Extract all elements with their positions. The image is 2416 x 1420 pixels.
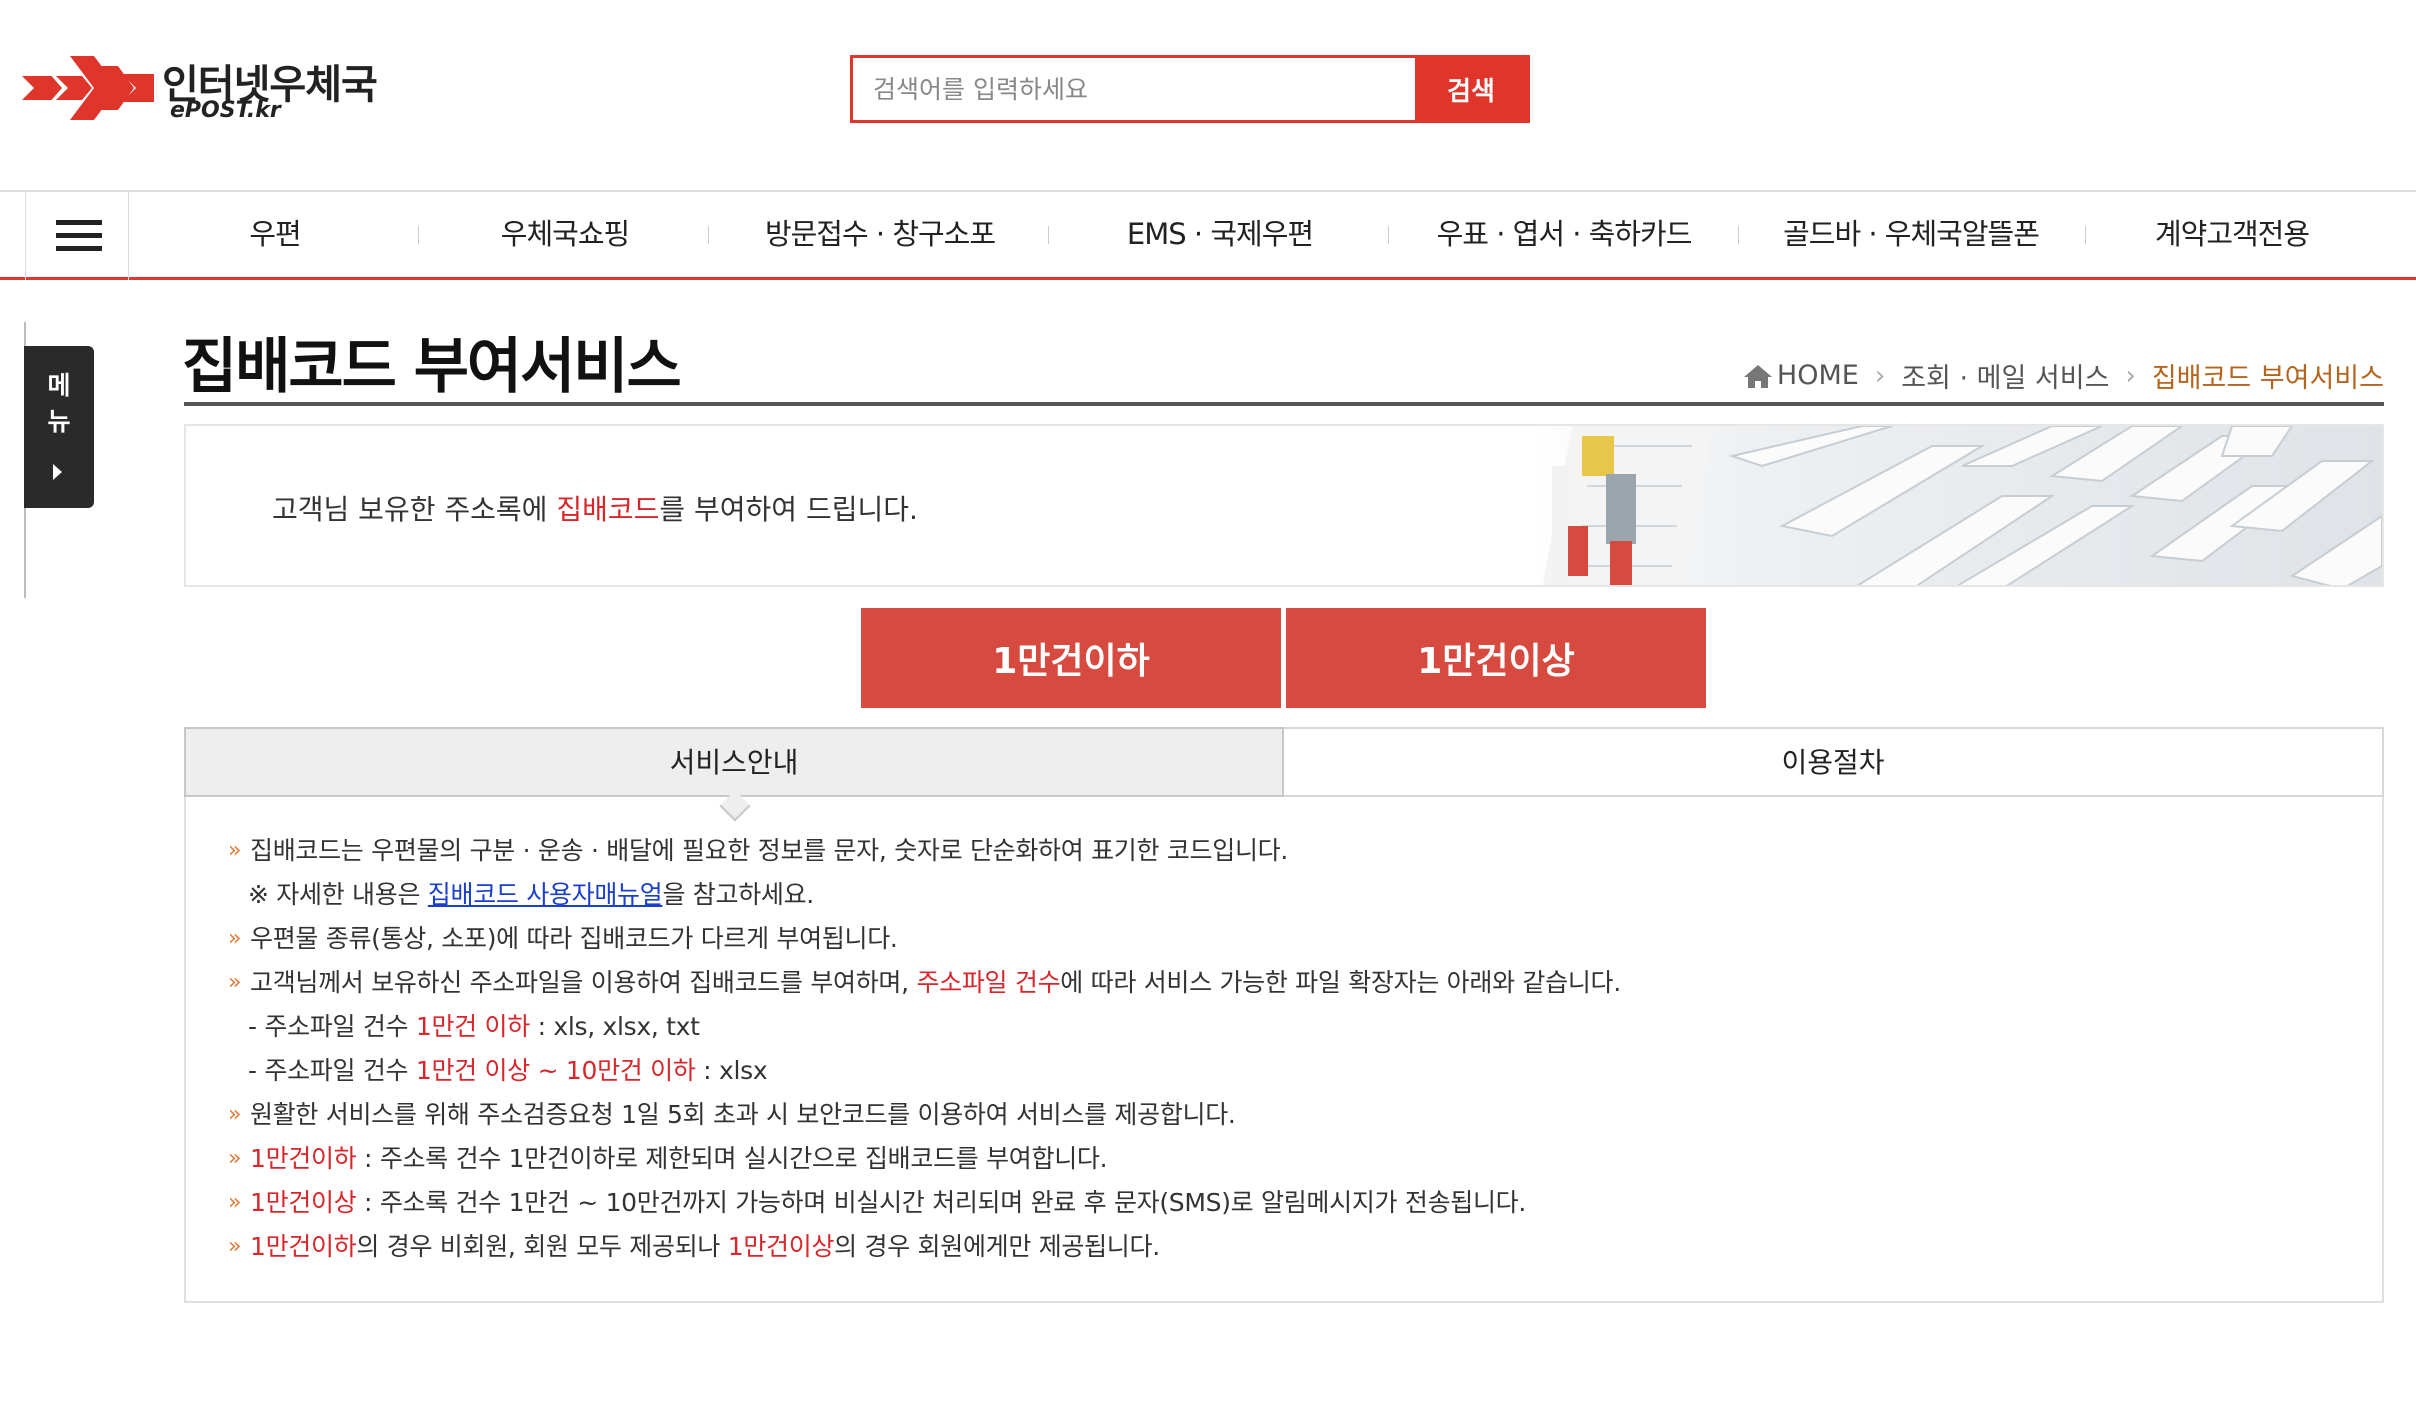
search-bar: 검색 <box>850 55 1530 123</box>
list-item: 고객님께서 보유하신 주소파일을 이용하여 집배코드를 부여하며, 주소파일 건… <box>228 961 1621 1005</box>
search-button[interactable]: 검색 <box>1415 58 1527 120</box>
list-item-text: 에 따라 서비스 가능한 파일 확장자는 아래와 같습니다. <box>1060 968 1621 997</box>
list-item-text: - 주소파일 건수 <box>248 1056 416 1085</box>
nav-item-stamps[interactable]: 우표 · 엽서 · 축하카드 <box>1437 192 1693 277</box>
list-item: 1만건이하의 경우 비회원, 회원 모두 제공되나 1만건이상의 경우 회원에게… <box>228 1225 1621 1269</box>
list-item: 1만건이하 : 주소록 건수 1만건이하로 제한되며 실시간으로 집배코드를 부… <box>228 1137 1621 1181</box>
list-item-text: : xls, xlsx, txt <box>529 1012 700 1041</box>
list-item-text: 의 경우 비회원, 회원 모두 제공되나 <box>356 1232 728 1261</box>
breadcrumb: HOME › 조회 · 메일 서비스 › 집배코드 부여서비스 <box>1743 356 2384 395</box>
list-item: 집배코드는 우편물의 구분 · 운송 · 배달에 필요한 정보를 문자, 숫자로… <box>228 829 1621 873</box>
list-item: ※ 자세한 내용은 집배코드 사용자매뉴얼을 참고하세요. <box>228 873 1621 917</box>
banner-text-end: 를 부여하여 드립니다. <box>659 493 918 526</box>
tab-service-guide[interactable]: 서비스안내 <box>184 727 1284 797</box>
nav-divider <box>1048 226 1049 244</box>
over-10k-button[interactable]: 1만건이상 <box>1286 608 1706 708</box>
side-menu-tab[interactable]: 메 뉴 <box>24 346 94 508</box>
breadcrumb-home[interactable]: HOME <box>1777 360 1859 391</box>
chevron-right-icon: › <box>2125 360 2136 391</box>
intro-banner: 고객님 보유한 주소록에 집배코드를 부여하여 드립니다. <box>184 424 2384 587</box>
list-item-highlight: 1만건이상 <box>250 1188 357 1217</box>
list-item-text: ※ 자세한 내용은 <box>248 880 428 909</box>
search-input[interactable] <box>853 58 1415 120</box>
epost-logo-icon <box>22 56 154 120</box>
keyboard-illustration <box>1532 426 2382 585</box>
banner-text-start: 고객님 보유한 주소록에 <box>272 493 557 526</box>
list-item-text: 집배코드는 우편물의 구분 · 운송 · 배달에 필요한 정보를 문자, 숫자로… <box>250 836 1288 865</box>
banner-text: 고객님 보유한 주소록에 집배코드를 부여하여 드립니다. <box>272 488 918 528</box>
banner-text-highlight: 집배코드 <box>556 493 660 526</box>
nav-item-ems[interactable]: EMS · 국제우편 <box>1127 192 1314 277</box>
nav-divider <box>1388 226 1389 244</box>
list-item-highlight: 1만건이상 <box>727 1232 835 1261</box>
nav-item-post[interactable]: 우편 <box>249 192 301 277</box>
breadcrumb-category[interactable]: 조회 · 메일 서비스 <box>1901 356 2109 395</box>
tab-procedure[interactable]: 이용절차 <box>1284 727 2384 797</box>
nav-divider <box>2085 226 2086 244</box>
list-item: 원활한 서비스를 위해 주소검증요청 1일 5회 초과 시 보안코드를 이용하여… <box>228 1093 1621 1137</box>
list-item-highlight: 1만건 이상 ~ 10만건 이하 <box>415 1056 696 1085</box>
list-item-highlight: 1만건 이하 <box>415 1012 530 1041</box>
list-item-highlight: 1만건이하 <box>250 1232 357 1261</box>
under-10k-button[interactable]: 1만건이하 <box>861 608 1281 708</box>
epost-logo[interactable]: 인터넷우체국 ePOST.kr <box>22 52 402 132</box>
side-menu-label: 메 뉴 <box>47 371 71 436</box>
arrow-right-icon <box>53 464 62 480</box>
nav-divider <box>708 226 709 244</box>
logo-subtitle: ePOST.kr <box>170 98 281 123</box>
guide-list: 집배코드는 우편물의 구분 · 운송 · 배달에 필요한 정보를 문자, 숫자로… <box>228 829 1621 1269</box>
nav-item-contract[interactable]: 계약고객전용 <box>2155 192 2310 277</box>
list-item-text: 우편물 종류(통상, 소포)에 따라 집배코드가 다르게 부여됩니다. <box>250 924 898 953</box>
list-item: - 주소파일 건수 1만건 이하 : xls, xlsx, txt <box>228 1005 1621 1049</box>
menu-icon[interactable] <box>25 192 129 280</box>
nav-item-shopping[interactable]: 우체국쇼핑 <box>501 192 630 277</box>
list-item-highlight: 1만건이하 <box>250 1144 357 1173</box>
nav-divider <box>418 226 419 244</box>
manual-link[interactable]: 집배코드 사용자매뉴얼 <box>428 880 663 909</box>
list-item-text: 원활한 서비스를 위해 주소검증요청 1일 5회 초과 시 보안코드를 이용하여… <box>250 1100 1236 1129</box>
list-item-text: 의 경우 회원에게만 제공됩니다. <box>834 1232 1160 1261</box>
list-item: 우편물 종류(통상, 소포)에 따라 집배코드가 다르게 부여됩니다. <box>228 917 1621 961</box>
list-item: 1만건이상 : 주소록 건수 1만건 ~ 10만건까지 가능하며 비실시간 처리… <box>228 1181 1621 1225</box>
page-title: 집배코드 부여서비스 <box>182 332 682 402</box>
list-item-text: : 주소록 건수 1만건 ~ 10만건까지 가능하며 비실시간 처리되며 완료 … <box>356 1188 1527 1217</box>
service-guide-panel: 집배코드는 우편물의 구분 · 운송 · 배달에 필요한 정보를 문자, 숫자로… <box>184 797 2384 1303</box>
list-item-text: 을 참고하세요. <box>662 880 814 909</box>
list-item-text: : 주소록 건수 1만건이하로 제한되며 실시간으로 집배코드를 부여합니다. <box>356 1144 1108 1173</box>
list-item: - 주소파일 건수 1만건 이상 ~ 10만건 이하 : xlsx <box>228 1049 1621 1093</box>
title-divider <box>184 402 2384 406</box>
nav-item-goldbar[interactable]: 골드바 · 우체국알뜰폰 <box>1783 192 2040 277</box>
home-icon <box>1743 364 1772 388</box>
main-navigation: 우편 우체국쇼핑 방문접수 · 창구소포 EMS · 국제우편 우표 · 엽서 … <box>0 190 2416 280</box>
tab-bar: 서비스안내 이용절차 <box>184 727 2384 822</box>
nav-divider <box>1738 226 1739 244</box>
list-item-highlight: 주소파일 건수 <box>916 968 1061 997</box>
list-item-text: - 주소파일 건수 <box>248 1012 416 1041</box>
nav-item-visit-parcel[interactable]: 방문접수 · 창구소포 <box>765 192 996 277</box>
chevron-right-icon: › <box>1874 360 1886 391</box>
list-item-text: 고객님께서 보유하신 주소파일을 이용하여 집배코드를 부여하며, <box>250 968 917 997</box>
list-item-text: : xlsx <box>695 1056 768 1085</box>
breadcrumb-current[interactable]: 집배코드 부여서비스 <box>2152 356 2384 395</box>
